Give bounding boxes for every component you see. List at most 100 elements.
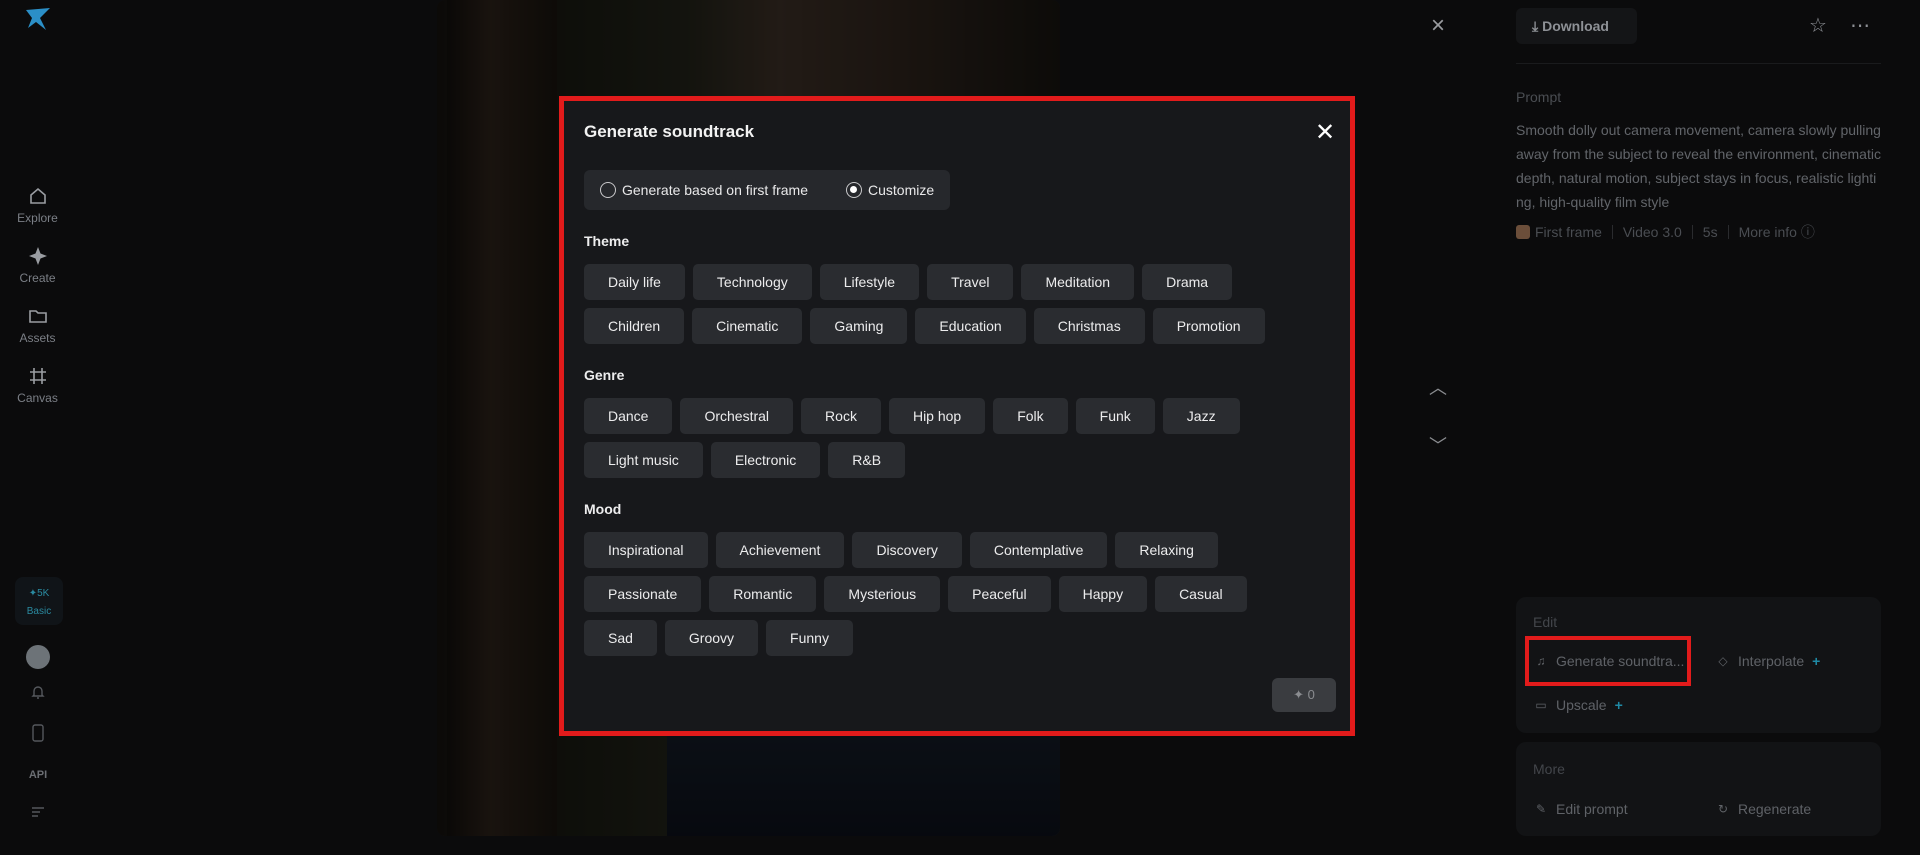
mood-chip[interactable]: Casual (1155, 576, 1247, 612)
theme-chip[interactable]: Education (915, 308, 1026, 344)
panel-divider (1516, 63, 1881, 64)
info-icon: ⓘ (1800, 224, 1815, 240)
mode-selector: Generate based on first frame Customize (584, 170, 950, 210)
duration-label: 5s (1702, 224, 1718, 240)
sparkle-icon (28, 247, 47, 265)
mood-chip[interactable]: Achievement (715, 532, 845, 568)
regenerate-label: Regenerate (1738, 801, 1812, 817)
plus-icon: + (1812, 653, 1821, 669)
theme-chip[interactable]: Travel (927, 264, 1014, 300)
genre-chip[interactable]: Rock (801, 398, 881, 434)
mode-first-frame-label: Generate based on first frame (622, 182, 808, 198)
meta-separator (1611, 225, 1613, 239)
mood-chip[interactable]: Peaceful (948, 576, 1051, 612)
mood-chip[interactable]: Inspirational (584, 532, 708, 568)
mood-chip[interactable]: Discovery (852, 532, 962, 568)
theme-chip[interactable]: Promotion (1152, 308, 1265, 344)
theme-chip[interactable]: Christmas (1033, 308, 1145, 344)
avatar[interactable] (26, 645, 50, 669)
first-frame-tag[interactable]: First frame (1516, 224, 1602, 240)
mood-chip[interactable]: Happy (1058, 576, 1148, 612)
genre-label: Genre (584, 367, 625, 383)
submit-cost: 0 (1307, 687, 1315, 702)
credit-sparkle-icon: ✦ (1293, 687, 1305, 702)
more-info-link[interactable]: More info ⓘ (1739, 222, 1815, 242)
viewer-close-icon[interactable]: × (1425, 13, 1451, 39)
edit-title: Edit (1533, 614, 1558, 630)
mobile-icon[interactable] (27, 724, 49, 746)
mood-chip[interactable]: Sad (584, 620, 657, 656)
genre-chip[interactable]: Electronic (710, 442, 821, 478)
credits-amount: 5K (37, 588, 50, 599)
mood-chip[interactable]: Contemplative (969, 532, 1108, 568)
left-nav: Explore Create Assets Canvas ✦5K Basic A… (0, 0, 75, 855)
mood-chip[interactable]: Mysterious (824, 576, 941, 612)
refresh-icon: ↻ (1717, 802, 1729, 816)
nav-canvas[interactable]: Canvas (0, 365, 75, 405)
chevron-up-icon[interactable]: ︿ (1427, 377, 1449, 399)
meta-separator (1727, 225, 1729, 239)
upscale-button[interactable]: ▭ Upscale + (1534, 697, 1623, 713)
edit-prompt-button[interactable]: ✎ Edit prompt (1534, 801, 1628, 817)
interpolate-icon: ◇ (1718, 654, 1728, 668)
theme-chip[interactable]: Technology (692, 264, 812, 300)
theme-chip[interactable]: Cinematic (692, 308, 803, 344)
prompt-label: Prompt (1516, 89, 1562, 105)
interpolate-button[interactable]: ◇ Interpolate + (1716, 653, 1820, 669)
interpolate-label: Interpolate (1738, 653, 1805, 669)
chevron-down-icon[interactable]: ﹀ (1427, 435, 1449, 457)
theme-chip[interactable]: Children (584, 308, 685, 344)
radio-unselected-icon (600, 182, 616, 198)
mood-chip[interactable]: Romantic (709, 576, 817, 612)
genre-chip[interactable]: Jazz (1162, 398, 1240, 434)
more-title: More (1533, 761, 1565, 777)
genre-chip[interactable]: R&B (828, 442, 906, 478)
dialog-title: Generate soundtrack (584, 122, 755, 141)
mood-chip-group: Inspirational Achievement Discovery Contemp… (584, 532, 1284, 656)
credits-badge[interactable]: ✦5K Basic (15, 577, 63, 625)
meta-separator (1691, 225, 1693, 239)
theme-chip-group: Daily life Technology Lifestyle Travel Medit… (584, 264, 1324, 344)
more-options-icon[interactable]: ⋯ (1847, 13, 1873, 39)
genre-chip[interactable]: Hip hop (888, 398, 986, 434)
theme-label: Theme (584, 233, 630, 249)
nav-assets[interactable]: Assets (0, 305, 75, 345)
genre-chip[interactable]: Dance (584, 398, 673, 434)
first-frame-thumbnail (1516, 225, 1530, 239)
theme-chip[interactable]: Gaming (810, 308, 908, 344)
theme-chip[interactable]: Meditation (1021, 264, 1135, 300)
mood-chip[interactable]: Relaxing (1115, 532, 1218, 568)
regenerate-button[interactable]: ↻ Regenerate (1716, 801, 1811, 817)
dialog-close-icon[interactable]: ✕ (1313, 121, 1337, 145)
theme-chip[interactable]: Lifestyle (819, 264, 920, 300)
theme-chip[interactable]: Drama (1142, 264, 1233, 300)
mode-first-frame-radio[interactable]: Generate based on first frame (600, 170, 808, 210)
plan-label: Basic (26, 606, 52, 617)
canvas-icon (29, 368, 46, 384)
nav-assets-label: Assets (19, 331, 56, 345)
plus-icon: + (1614, 697, 1623, 713)
mood-chip[interactable]: Passionate (584, 576, 702, 612)
genre-chip[interactable]: Light music (584, 442, 703, 478)
download-button[interactable]: ⤓ Download (1516, 8, 1637, 44)
bell-icon[interactable] (27, 684, 49, 706)
theme-chip[interactable]: Daily life (584, 264, 685, 300)
star-icon[interactable]: ☆ (1805, 13, 1831, 39)
video-meta: First frame Video 3.0 5s More info ⓘ (1516, 222, 1815, 242)
menu-icon[interactable] (27, 804, 49, 826)
download-icon: ⤓ (1532, 18, 1539, 34)
genre-chip[interactable]: Funk (1075, 398, 1155, 434)
hd-icon: ▭ (1535, 698, 1547, 712)
radio-selected-icon (846, 182, 862, 198)
nav-explore[interactable]: Explore (0, 185, 75, 225)
logo-icon[interactable] (24, 6, 52, 32)
generate-soundtrack-highlight (1525, 636, 1691, 686)
api-link[interactable]: API (27, 764, 49, 786)
mode-customize-radio[interactable]: Customize (846, 170, 934, 210)
mood-chip[interactable]: Groovy (664, 620, 759, 656)
nav-create[interactable]: Create (0, 245, 75, 285)
genre-chip[interactable]: Folk (993, 398, 1068, 434)
mood-chip[interactable]: Funny (766, 620, 853, 656)
generate-submit-button[interactable]: ✦ 0 (1272, 678, 1336, 712)
genre-chip[interactable]: Orchestral (680, 398, 794, 434)
